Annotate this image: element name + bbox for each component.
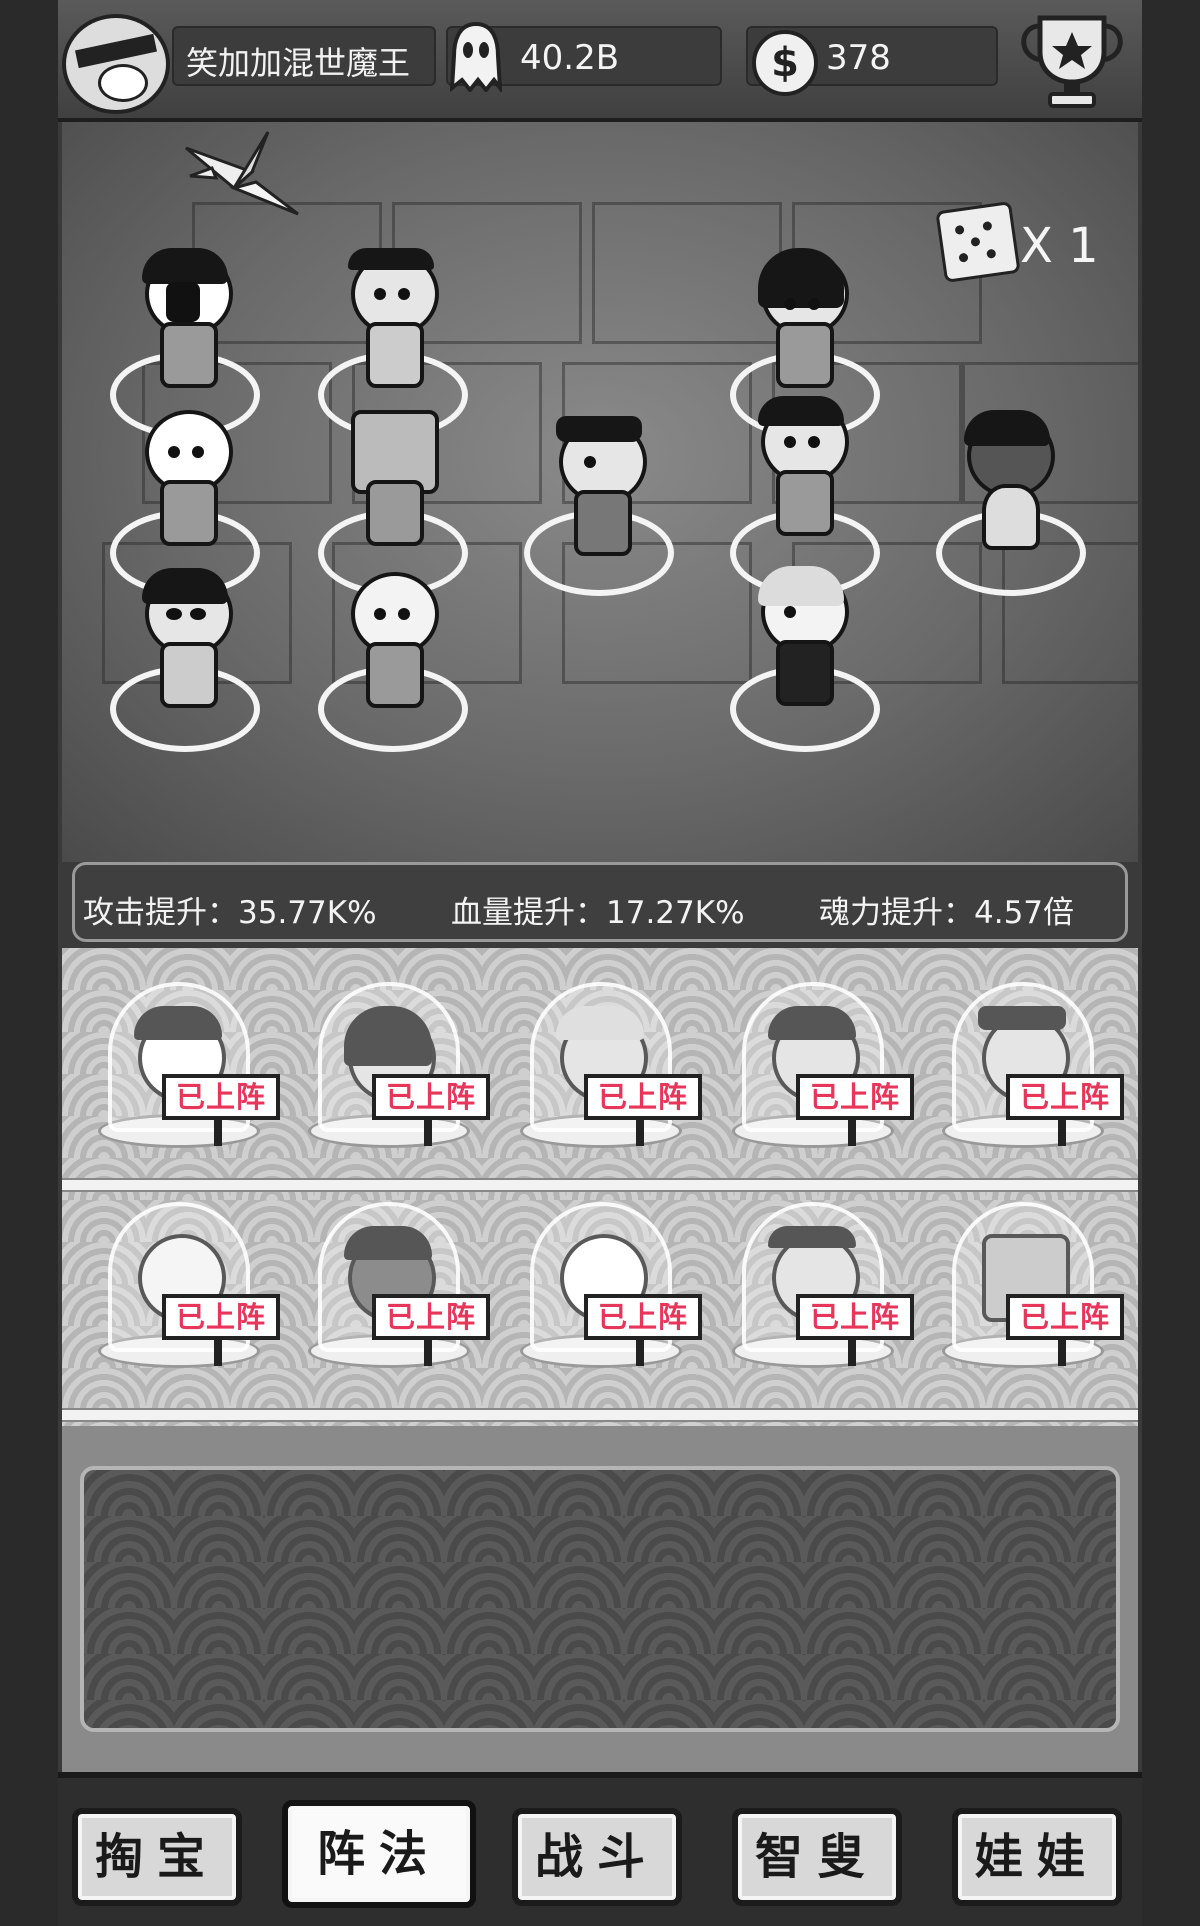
deployed-sign: 已上阵 bbox=[162, 1074, 280, 1120]
deployed-sign: 已上阵 bbox=[796, 1294, 914, 1340]
deployed-sign: 已上阵 bbox=[584, 1294, 702, 1340]
roster-card[interactable]: 已上阵 bbox=[304, 1182, 490, 1382]
roster-card[interactable]: 已上阵 bbox=[728, 962, 914, 1162]
hero-facebook[interactable] bbox=[130, 248, 240, 388]
hero-angry-boy[interactable] bbox=[130, 568, 240, 708]
paper-crane-icon[interactable] bbox=[182, 128, 302, 218]
coins-value: 378 bbox=[826, 38, 891, 78]
hero-heart-eye[interactable] bbox=[746, 566, 856, 706]
soul-bonus: 魂力提升：4.57倍 bbox=[819, 895, 1075, 931]
deployed-sign: 已上阵 bbox=[796, 1074, 914, 1120]
attack-bonus: 攻击提升：35.77K% bbox=[83, 895, 377, 931]
hero-grinning-monk[interactable] bbox=[336, 572, 446, 708]
info-panel bbox=[80, 1466, 1120, 1732]
souls-value: 40.2B bbox=[520, 38, 620, 78]
roster-card[interactable]: 已上阵 bbox=[304, 962, 490, 1162]
hero-bun-girl[interactable] bbox=[336, 248, 446, 388]
roster-card[interactable]: 已上阵 bbox=[94, 1182, 280, 1382]
hero-bald-monk[interactable] bbox=[130, 410, 240, 546]
roster-card[interactable]: 已上阵 bbox=[516, 1182, 702, 1382]
deployed-sign: 已上阵 bbox=[372, 1294, 490, 1340]
hp-bonus: 血量提升：17.27K% bbox=[451, 895, 745, 931]
stats-bar: 攻击提升：35.77K% 血量提升：17.27K% 魂力提升：4.57倍 bbox=[72, 862, 1128, 942]
tab-dolls[interactable]: 娃娃 bbox=[952, 1808, 1122, 1906]
ghost-icon bbox=[450, 22, 502, 92]
hero-broken-pot[interactable] bbox=[336, 410, 446, 546]
dice-icon[interactable] bbox=[935, 201, 1021, 283]
roster-card[interactable]: 已上阵 bbox=[938, 1182, 1124, 1382]
deployed-sign: 已上阵 bbox=[584, 1074, 702, 1120]
deployed-sign: 已上阵 bbox=[372, 1074, 490, 1120]
deployed-sign: 已上阵 bbox=[162, 1294, 280, 1340]
shelf bbox=[62, 1408, 1138, 1422]
trophy-icon[interactable] bbox=[1016, 12, 1128, 110]
dice-count: X 1 bbox=[1020, 218, 1099, 274]
roster-card[interactable]: 已上阵 bbox=[938, 962, 1124, 1162]
deployed-sign: 已上阵 bbox=[1006, 1294, 1124, 1340]
tab-sage[interactable]: 智叟 bbox=[732, 1808, 902, 1906]
player-name: 笑加加混世魔王 bbox=[186, 44, 411, 82]
hero-tentacle-monster[interactable] bbox=[952, 410, 1062, 550]
hero-spiky-hair[interactable] bbox=[746, 396, 856, 536]
hero-soldier-girl[interactable] bbox=[544, 416, 654, 556]
roster-card[interactable]: 已上阵 bbox=[94, 962, 280, 1162]
tab-treasure[interactable]: 掏宝 bbox=[72, 1808, 242, 1906]
tab-formation[interactable]: 阵法 bbox=[282, 1800, 476, 1908]
tab-battle[interactable]: 战斗 bbox=[512, 1808, 682, 1906]
ninja-avatar-icon[interactable] bbox=[62, 14, 170, 114]
hero-black-hair-girl[interactable] bbox=[746, 248, 856, 388]
coin-icon: $ bbox=[752, 30, 818, 96]
roster-card[interactable]: 已上阵 bbox=[728, 1182, 914, 1382]
deployed-sign: 已上阵 bbox=[1006, 1074, 1124, 1120]
roster-card[interactable]: 已上阵 bbox=[516, 962, 702, 1162]
